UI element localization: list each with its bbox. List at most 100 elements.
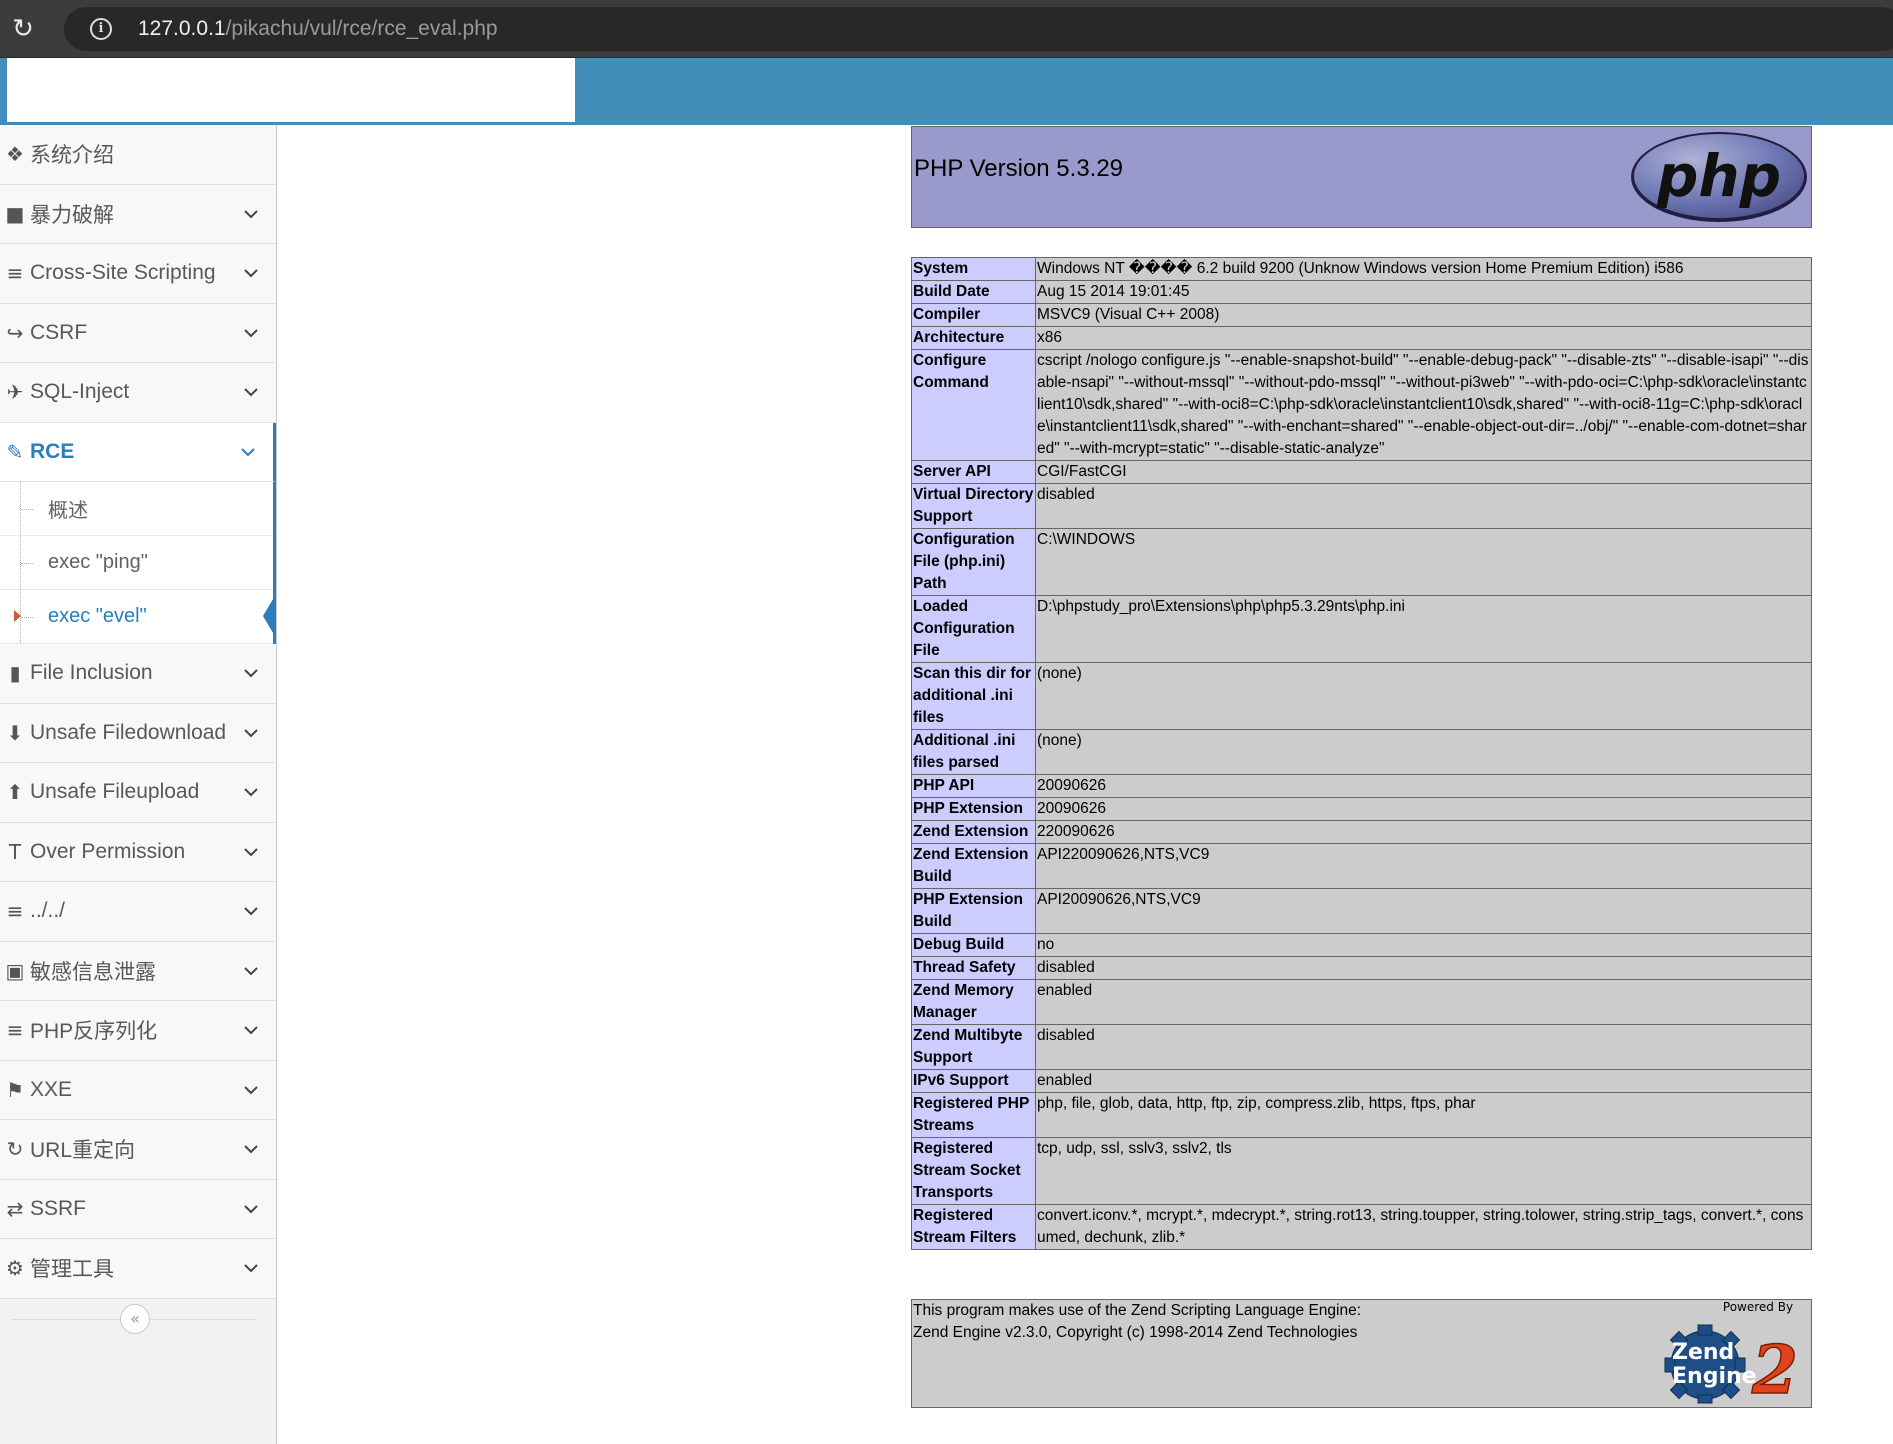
chevron-down-icon[interactable] (240, 322, 262, 344)
directive-name: Debug Build (911, 933, 1036, 957)
site-header (0, 58, 1893, 125)
chevron-down-icon[interactable] (240, 662, 262, 684)
table-row: PHP API 20090626 (911, 774, 1812, 798)
url-path: /pikachu/vul/rce/rce_eval.php (225, 17, 498, 40)
submenu-item-label: exec "evel" (48, 605, 147, 627)
submenu-item[interactable]: exec "evel" (0, 590, 276, 644)
sidebar-item-items_after5[interactable]: ▣ 敏感信息泄露 (0, 941, 276, 1001)
chevron-down-icon[interactable] (240, 1019, 262, 1041)
sidebar-item-label: PHP反序列化 (30, 1020, 158, 1044)
sidebar-item-ssrf[interactable]: ⇄ SSRF (0, 1179, 276, 1239)
directive-value: Windows NT ���� 6.2 build 9200 (Unknow W… (1035, 257, 1812, 281)
directive-name: Additional .ini files parsed (911, 729, 1036, 775)
table-row: Zend Memory Manager enabled (911, 979, 1812, 1025)
sidebar-item-items_after10[interactable]: ⚙ 管理工具 (0, 1239, 276, 1299)
zend-engine-logo: Powered By Zend Engine 2 (1664, 1301, 1799, 1405)
table-row: Compiler MSVC9 (Visual C++ 2008) (911, 303, 1812, 327)
directive-value: disabled (1035, 956, 1812, 980)
chevron-down-icon[interactable] (240, 1198, 262, 1220)
sidebar-item-unsafe-filedownload[interactable]: ⬇ Unsafe Filedownload (0, 703, 276, 763)
php-logo: php (1631, 132, 1807, 222)
zend-logo-word-2: Engine (1672, 1364, 1757, 1389)
directive-value: enabled (1035, 979, 1812, 1025)
reload-icon[interactable]: ↻ (8, 14, 38, 44)
sidebar-item-items1[interactable]: ■ 暴力破解 (0, 184, 276, 244)
directive-value: CGI/FastCGI (1035, 460, 1812, 484)
sidebar: ❖ 系统介绍 ■ 暴力破解 ≡ Cross-Site Scripting ↪ CSRF ✈ SQL… (0, 125, 277, 1444)
sidebar-item-over-permission[interactable]: T Over Permission (0, 822, 276, 882)
submenu-item[interactable]: 概述 (0, 482, 273, 536)
chevron-down-icon[interactable] (240, 960, 262, 982)
tree-branch (21, 509, 33, 510)
directive-value: API20090626,NTS,VC9 (1035, 888, 1812, 934)
table-row: Architecture x86 (911, 326, 1812, 350)
brand-area (7, 58, 575, 122)
active-indicator (263, 594, 276, 638)
chevron-down-icon[interactable] (240, 781, 262, 803)
download-icon: ⬇ (6, 720, 24, 745)
lock-icon: ■ (5, 201, 25, 226)
sidebar-item-sql-inject[interactable]: ✈ SQL-Inject (0, 363, 276, 423)
directive-name: Virtual Directory Support (911, 483, 1036, 529)
sidebar-item-rce[interactable]: ✎ RCE (0, 422, 276, 482)
sidebar-item-label: SSRF (30, 1196, 87, 1220)
table-row: Zend Extension Build API220090626,NTS,VC9 (911, 843, 1812, 889)
sidebar-item-cross-site-scripting[interactable]: ≡ Cross-Site Scripting (0, 244, 276, 304)
directive-value: (none) (1035, 729, 1812, 775)
rce-submenu: 概述 exec "ping" exec "evel" (0, 482, 276, 644)
table-row: PHP Extension Build API20090626,NTS,VC9 (911, 888, 1812, 934)
directive-value: enabled (1035, 1069, 1812, 1093)
zend-credit-text: This program makes use of the Zend Scrip… (913, 1300, 1361, 1344)
browser-toolbar: ↻ i 127.0.0.1/pikachu/vul/rce/rce_eval.p… (0, 0, 1893, 58)
chevron-down-icon[interactable] (240, 1257, 262, 1279)
directive-value: 220090626 (1035, 820, 1812, 844)
exchange-icon: ⇄ (6, 1196, 24, 1221)
sidebar-item-php[interactable]: ≡ PHP反序列化 (0, 1001, 276, 1061)
url-host: 127.0.0.1 (138, 17, 226, 40)
directive-name: PHP Extension (911, 797, 1036, 821)
chevron-down-icon[interactable] (240, 722, 262, 744)
chevron-down-icon[interactable] (240, 381, 262, 403)
chevron-down-icon[interactable] (240, 900, 262, 922)
directive-value: 20090626 (1035, 797, 1812, 821)
table-row: Registered PHP Streams php, file, glob, d… (911, 1092, 1812, 1138)
chevron-down-icon[interactable] (237, 441, 259, 463)
directive-name: Build Date (911, 280, 1036, 304)
flag-icon: ⚑ (6, 1077, 24, 1102)
chevron-down-icon[interactable] (240, 1079, 262, 1101)
address-bar[interactable]: i 127.0.0.1/pikachu/vul/rce/rce_eval.php (64, 7, 1893, 51)
directive-name: Architecture (911, 326, 1036, 350)
directive-name: Zend Extension Build (911, 843, 1036, 889)
chevron-down-icon[interactable] (240, 841, 262, 863)
sidebar-item-label: Unsafe Fileupload (30, 780, 200, 804)
sidebar-item-items_after4[interactable]: ≡ ../../ (0, 882, 276, 942)
sidebar-item-url[interactable]: ↻ URL重定向 (0, 1120, 276, 1180)
chevron-down-icon[interactable] (240, 203, 262, 225)
sidebar-item-unsafe-fileupload[interactable]: ⬆ Unsafe Fileupload (0, 763, 276, 823)
table-row: Build Date Aug 15 2014 19:01:45 (911, 280, 1812, 304)
directive-value: disabled (1035, 483, 1812, 529)
chevron-down-icon[interactable] (240, 1138, 262, 1160)
sidebar-item-items0[interactable]: ❖ 系统介绍 (0, 125, 276, 185)
zend-logo-number: 2 (1751, 1331, 1798, 1405)
chevron-down-icon[interactable] (240, 262, 262, 284)
sidebar-item-csrf[interactable]: ↪ CSRF (0, 303, 276, 363)
sidebar-item-label: CSRF (30, 320, 88, 344)
sidebar-item-xxe[interactable]: ⚑ XXE (0, 1060, 276, 1120)
table-row: Configure Command cscript /nologo configu… (911, 349, 1812, 461)
url-text[interactable]: 127.0.0.1/pikachu/vul/rce/rce_eval.php (138, 16, 498, 42)
directive-name: Zend Extension (911, 820, 1036, 844)
submenu-item-label: exec "ping" (48, 551, 148, 573)
submenu-item[interactable]: exec "ping" (0, 536, 273, 590)
share-icon: ↪ (6, 320, 24, 345)
directive-value: (none) (1035, 662, 1812, 730)
sidebar-item-file-inclusion[interactable]: ▮ File Inclusion (0, 644, 276, 704)
pencil-icon: ✎ (6, 439, 24, 464)
sidebar-item-label: Unsafe Filedownload (30, 720, 227, 744)
directive-value: no (1035, 933, 1812, 957)
site-info-icon[interactable]: i (90, 18, 112, 40)
directive-name: Registered Stream Socket Transports (911, 1137, 1036, 1205)
directive-value: MSVC9 (Visual C++ 2008) (1035, 303, 1812, 327)
file-icon: ▮ (9, 661, 21, 686)
double-chevron-left-icon[interactable]: « (120, 1303, 150, 1334)
